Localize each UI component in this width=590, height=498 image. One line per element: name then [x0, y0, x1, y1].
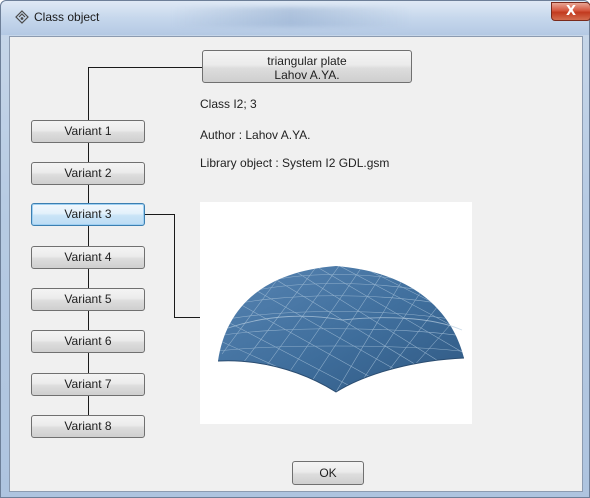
variant-6-button[interactable]: Variant 6	[31, 330, 145, 353]
author-info-text: Author : Lahov A.YA.	[200, 128, 311, 142]
dialog-window: Class object X triangular plate Lahov A.…	[0, 0, 590, 498]
object-name-label: triangular plate	[267, 53, 347, 68]
dome-preview-icon	[217, 266, 465, 393]
connector-selected-h2	[174, 317, 200, 318]
ok-button[interactable]: OK	[292, 461, 364, 485]
variant-2-button[interactable]: Variant 2	[31, 162, 145, 185]
variant-4-button[interactable]: Variant 4	[31, 246, 145, 269]
variant-8-button[interactable]: Variant 8	[31, 415, 145, 438]
library-info-text: Library object : System I2 GDL.gsm	[200, 156, 390, 170]
dialog-client-area: triangular plate Lahov A.YA. Variant 1 V…	[9, 36, 583, 492]
title-bar-glass	[171, 7, 411, 27]
close-icon: X	[565, 4, 577, 19]
close-button[interactable]: X	[551, 2, 590, 21]
class-info-text: Class I2; 3	[200, 97, 257, 111]
connector-header-h	[88, 67, 202, 68]
object-author-label: Lahov A.YA.	[274, 67, 340, 82]
variant-1-button[interactable]: Variant 1	[31, 120, 145, 143]
window-title: Class object	[34, 10, 100, 24]
object-preview	[200, 202, 472, 424]
app-icon	[15, 10, 29, 24]
variant-3-button[interactable]: Variant 3	[31, 203, 145, 226]
title-bar[interactable]: Class object X	[1, 1, 590, 35]
object-header-button[interactable]: triangular plate Lahov A.YA.	[202, 50, 412, 83]
variant-5-button[interactable]: Variant 5	[31, 288, 145, 311]
connector-selected-h1	[145, 214, 175, 215]
variant-7-button[interactable]: Variant 7	[31, 373, 145, 396]
connector-selected-v	[174, 214, 175, 318]
